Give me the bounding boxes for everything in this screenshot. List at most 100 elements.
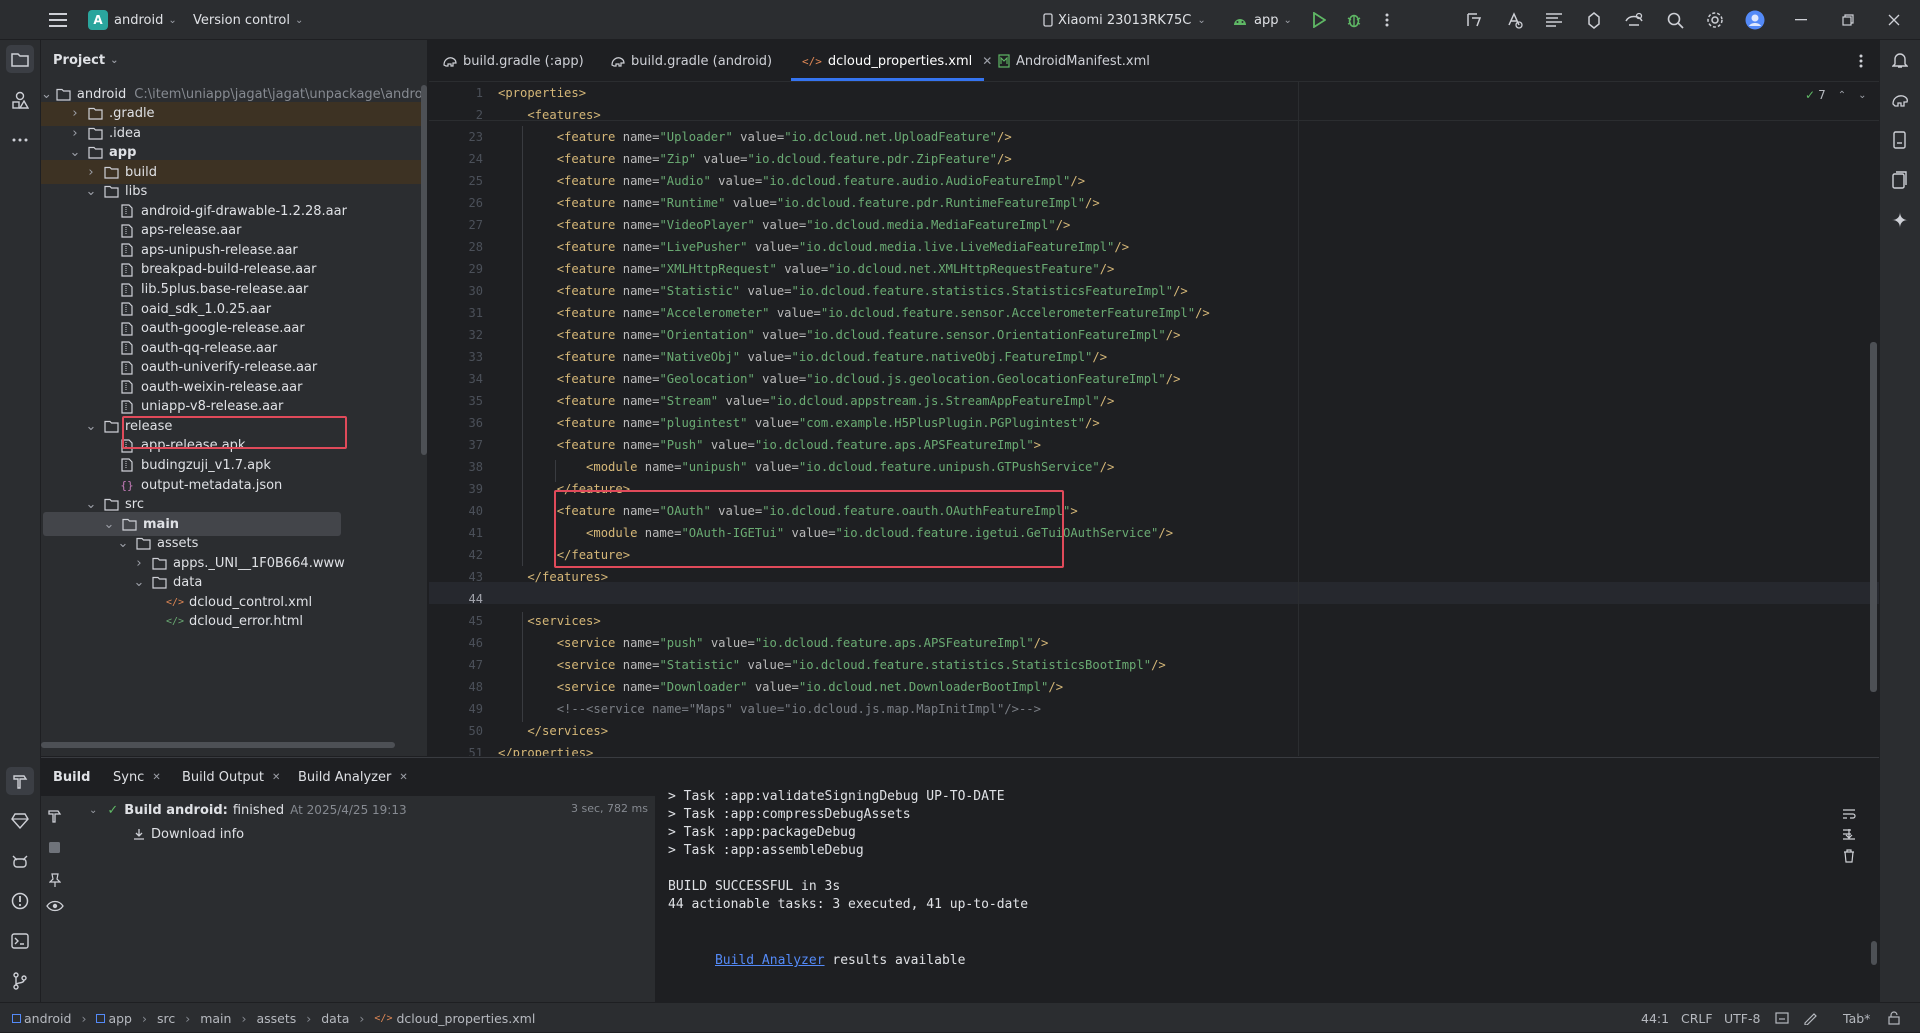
close-tab-icon[interactable]: ✕ [152, 772, 160, 783]
project-view-selector[interactable]: Project ⌄ [53, 40, 118, 80]
close-tab-icon[interactable]: ✕ [982, 54, 992, 68]
tab-build[interactable]: Build [53, 758, 90, 796]
close-tab-icon[interactable]: ✕ [399, 772, 407, 783]
minimize-window-icon[interactable] [1787, 6, 1815, 34]
logcat-icon[interactable] [6, 847, 34, 875]
chevron-down-icon[interactable]: ⌄ [67, 145, 83, 161]
more-actions-icon[interactable] [1373, 6, 1401, 34]
read-only-toggle-icon[interactable] [1775, 1003, 1789, 1033]
apply-changes-icon[interactable] [1460, 6, 1488, 34]
build-hammer-icon[interactable] [41, 802, 69, 830]
more-tool-windows-icon[interactable] [6, 126, 34, 154]
breadcrumb-item[interactable]: src [157, 1011, 175, 1026]
indent-setting[interactable]: Tab* [1843, 1003, 1870, 1033]
gemini-sparkle-icon[interactable] [1886, 206, 1914, 234]
close-window-icon[interactable] [1880, 6, 1908, 34]
project-switcher[interactable]: A android ⌄ [88, 0, 177, 40]
account-avatar-icon[interactable] [1741, 6, 1769, 34]
debug-icon[interactable] [1340, 6, 1368, 34]
lock-icon[interactable] [1888, 1003, 1900, 1033]
build-output-console[interactable]: Build Analyzer results available > Task … [656, 789, 1879, 1003]
vertical-scrollbar[interactable] [421, 85, 427, 455]
tab-sync[interactable]: Sync ✕ [113, 758, 161, 796]
chevron-down-icon[interactable]: ⌄ [83, 184, 99, 200]
device-manager-icon[interactable] [1620, 6, 1648, 34]
chevron-down-icon[interactable]: ⌄ [83, 497, 99, 513]
breadcrumb-item[interactable]: android [12, 1011, 71, 1026]
tab-build-gradle-app[interactable]: build.gradle (:app) [443, 40, 584, 82]
line-separator[interactable]: CRLF [1681, 1003, 1713, 1033]
tab-android-manifest-xml[interactable]: AndroidManifest.xml [998, 40, 1150, 82]
build-analyzer-link[interactable]: Build Analyzer [715, 953, 825, 968]
chevron-down-icon[interactable]: ⌄ [101, 516, 117, 532]
settings-gear-icon[interactable] [1701, 6, 1729, 34]
eye-filter-icon[interactable] [41, 892, 69, 920]
file-encoding[interactable]: UTF-8 [1724, 1003, 1760, 1033]
problems-icon[interactable] [6, 887, 34, 915]
breadcrumb-item[interactable]: </> dcloud_properties.xml [374, 1011, 535, 1026]
version-control-branch-icon[interactable] [6, 967, 34, 995]
chevron-down-icon[interactable]: ⌄ [83, 418, 99, 434]
run-icon[interactable] [1305, 6, 1333, 34]
restore-window-icon[interactable] [1834, 6, 1862, 34]
caret-position[interactable]: 44:1 [1641, 1003, 1669, 1033]
tab-dcloud-properties-xml[interactable]: </> dcloud_properties.xml ✕ [802, 40, 992, 82]
device-selector[interactable]: Xiaomi 23013RK75C ⌄ [1043, 0, 1206, 40]
inspection-widget[interactable]: ✓ 7 ⌃ ⌄ [1805, 88, 1866, 102]
tab-label: build.gradle (android) [631, 53, 773, 69]
breadcrumb-item[interactable]: app [96, 1011, 132, 1026]
build-hammer-icon[interactable] [6, 767, 34, 795]
tab-build-gradle-android[interactable]: build.gradle (android) [611, 40, 772, 82]
tab-actions-more-icon[interactable] [1847, 47, 1875, 75]
chevron-down-icon[interactable]: ⌄ [115, 536, 131, 552]
device-file-explorer-icon[interactable] [1886, 126, 1914, 154]
apply-code-changes-icon[interactable] [1500, 6, 1528, 34]
chevron-down-icon[interactable]: ⌄ [41, 86, 52, 102]
tab-build-output[interactable]: Build Output ✕ [182, 758, 280, 796]
profiler-icon[interactable] [1540, 6, 1568, 34]
breadcrumb-item[interactable]: assets [256, 1011, 296, 1026]
chevron-right-icon[interactable]: › [67, 125, 83, 141]
horizontal-scrollbar[interactable] [41, 742, 395, 748]
code-editor[interactable]: 1 2 23 24 25 26 27 28 29 30 31 32 33 34 35 36 37 38 39 40 41… [429, 82, 1879, 756]
project-tool-folder-icon[interactable] [6, 45, 34, 73]
terminal-icon[interactable] [6, 927, 34, 955]
gradle-elephant-icon[interactable] [1886, 86, 1914, 114]
chevron-down-icon[interactable]: ⌄ [131, 575, 147, 591]
clear-trash-icon[interactable] [1835, 842, 1863, 870]
close-tab-icon[interactable]: ✕ [272, 772, 280, 783]
editor-vertical-scrollbar[interactable] [1870, 342, 1877, 692]
search-icon[interactable] [1661, 6, 1689, 34]
chevron-up-icon[interactable]: ⌃ [1838, 90, 1846, 101]
chevron-down-icon: ⌄ [89, 804, 98, 816]
tree-file-node[interactable]: </> dcloud_error.html [41, 610, 421, 634]
right-tool-strip [1879, 40, 1920, 1002]
stop-icon[interactable] [41, 834, 69, 862]
resource-manager-icon[interactable] [6, 86, 34, 114]
html-icon: </> [165, 616, 185, 628]
chevron-right-icon[interactable]: › [131, 555, 147, 571]
code-style-icon[interactable] [1803, 1003, 1817, 1033]
app-quality-insights-icon[interactable] [6, 807, 34, 835]
run-config-selector[interactable]: app ⌄ [1232, 0, 1292, 40]
breadcrumb-item[interactable]: main [200, 1011, 231, 1026]
notifications-bell-icon[interactable] [1886, 46, 1914, 74]
pin-icon[interactable] [41, 866, 69, 894]
chevron-right-icon[interactable]: › [67, 106, 83, 122]
build-tree-root[interactable]: ⌄ ✓ Build android: finished At 2025/4/25… [89, 800, 407, 820]
chevron-right-icon[interactable]: › [83, 164, 99, 180]
breadcrumb-item[interactable]: data [321, 1011, 349, 1026]
main-menu-icon[interactable] [44, 6, 72, 34]
vcs-menu[interactable]: Version control ⌄ [193, 0, 303, 40]
line-number: 45 [468, 614, 483, 628]
console-scrollbar[interactable] [1871, 941, 1877, 965]
chevron-down-icon[interactable]: ⌄ [1858, 90, 1866, 101]
archive-icon [119, 203, 135, 219]
tab-build-analyzer[interactable]: Build Analyzer ✕ [298, 758, 408, 796]
running-devices-icon[interactable] [1886, 166, 1914, 194]
download-info-node[interactable]: Download info [133, 824, 244, 844]
sdk-manager-icon[interactable] [1580, 6, 1608, 34]
tree-node-label: main [143, 516, 180, 532]
